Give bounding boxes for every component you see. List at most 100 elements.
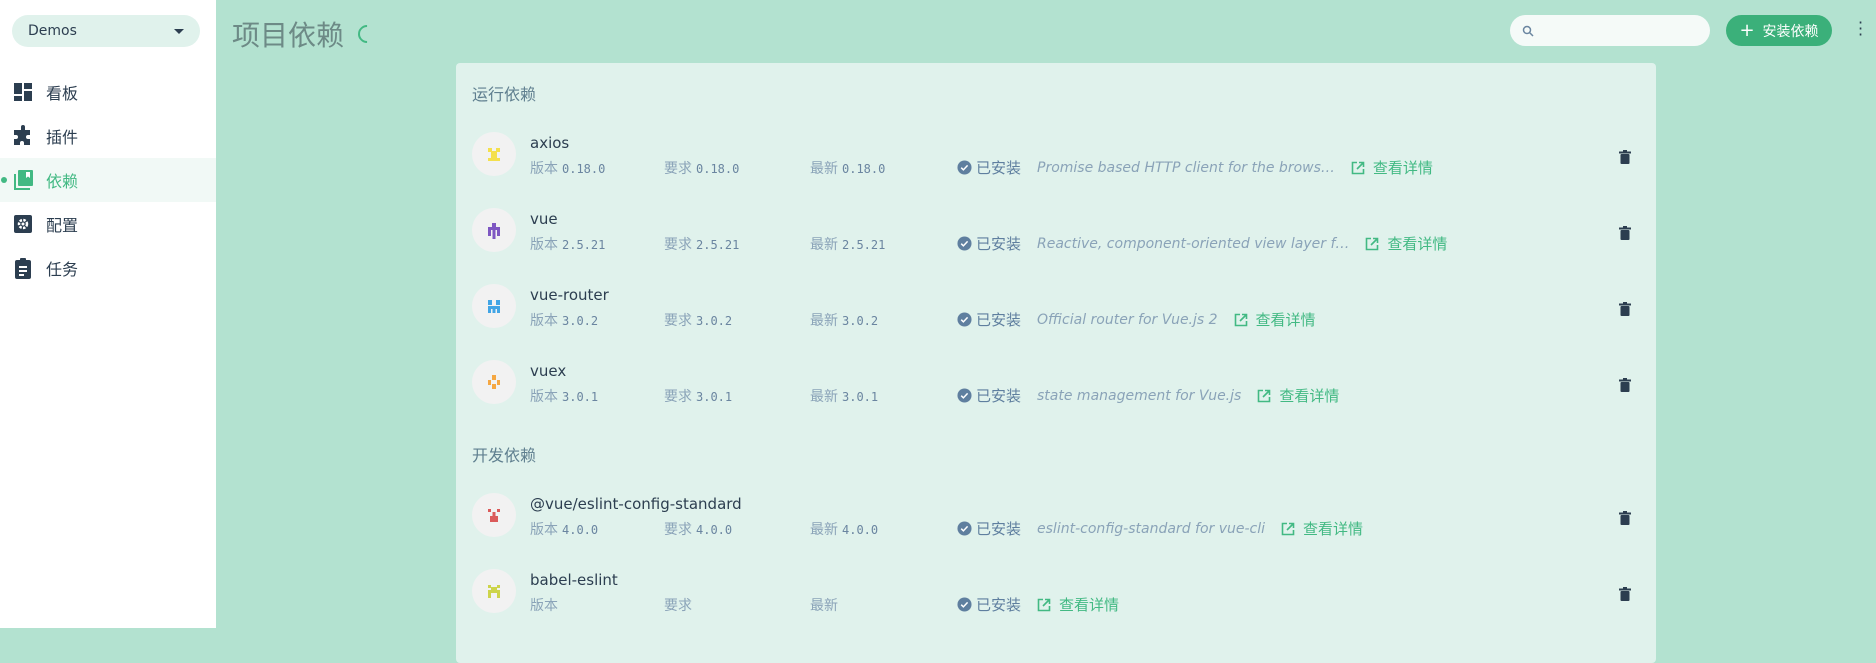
check-circle-icon — [957, 312, 972, 327]
latest-version: 最新 4.0.0 — [810, 519, 878, 539]
install-dependency-button[interactable]: + 安装依赖 — [1726, 15, 1832, 46]
version-label: 版本 — [530, 237, 558, 253]
latest-value: 3.0.1 — [842, 390, 879, 404]
required-version: 要求 3.0.2 — [664, 310, 732, 330]
required-version: 要求 2.5.21 — [664, 234, 739, 254]
delete-icon[interactable] — [1619, 511, 1631, 525]
package-avatar — [472, 360, 516, 404]
status: 已安装 state management for Vue.js 查看详情 — [957, 385, 1339, 406]
version-value: 0.18.0 — [562, 162, 606, 176]
sidebar-item-0[interactable]: 看板 — [0, 70, 216, 114]
package-icon — [488, 300, 500, 313]
delete-icon[interactable] — [1619, 226, 1631, 240]
open-in-new-icon — [1281, 522, 1295, 535]
package-name: vue-router — [530, 286, 609, 304]
dependency-row: vuex 版本 3.0.1 要求 3.0.1 最新 3.0.1 已安装 state ma… — [456, 348, 1656, 424]
view-details-label: 查看详情 — [1303, 520, 1364, 538]
search-input[interactable] — [1542, 23, 1702, 38]
dependency-row: axios 版本 0.18.0 要求 0.18.0 最新 0.18.0 已安装 Prom… — [456, 120, 1656, 196]
installed-status: 已安装 — [976, 596, 1022, 614]
chevron-down-icon — [174, 28, 184, 34]
required-version: 要求 0.18.0 — [664, 158, 739, 178]
sidebar: Demos 看板插件依赖配置任务 — [0, 0, 216, 628]
dashboard-icon — [14, 83, 32, 101]
dependency-description: Reactive, component-oriented view layer … — [1037, 235, 1350, 252]
latest-value: 4.0.0 — [842, 523, 879, 537]
sidebar-item-label: 看板 — [46, 84, 79, 103]
delete-icon[interactable] — [1619, 587, 1631, 601]
required-label: 要求 — [664, 161, 692, 177]
version-value: 4.0.0 — [562, 523, 599, 537]
version-label: 版本 — [530, 598, 558, 614]
view-details-label: 查看详情 — [1279, 387, 1340, 405]
required-version: 要求 — [664, 595, 696, 615]
latest-version: 最新 2.5.21 — [810, 234, 885, 254]
delete-icon[interactable] — [1619, 302, 1631, 316]
package-avatar — [472, 284, 516, 328]
view-details-link[interactable]: 查看详情 — [1037, 594, 1119, 615]
required-value: 3.0.1 — [696, 390, 733, 404]
view-details-link[interactable]: 查看详情 — [1365, 233, 1447, 254]
package-avatar — [472, 208, 516, 252]
delete-icon[interactable] — [1619, 378, 1631, 392]
required-version: 要求 4.0.0 — [664, 519, 732, 539]
project-selector[interactable]: Demos — [12, 15, 200, 47]
dependency-description: Promise based HTTP client for the brows… — [1037, 159, 1335, 176]
sidebar-item-label: 配置 — [46, 216, 79, 235]
installed-status: 已安装 — [976, 235, 1022, 253]
sidebar-item-2[interactable]: 依赖 — [0, 158, 216, 202]
view-details-link[interactable]: 查看详情 — [1257, 385, 1339, 406]
status: 已安装 eslint-config-standard for vue-cli 查看详… — [957, 518, 1363, 539]
required-label: 要求 — [664, 389, 692, 405]
version-value: 3.0.1 — [562, 390, 599, 404]
installed-status: 已安装 — [976, 311, 1022, 329]
library-books-icon — [14, 170, 33, 190]
view-details-link[interactable]: 查看详情 — [1234, 309, 1316, 330]
required-label: 要求 — [664, 522, 692, 538]
package-name: vue — [530, 210, 558, 228]
required-value: 2.5.21 — [696, 238, 740, 252]
installed-status: 已安装 — [976, 520, 1022, 538]
installed-version: 版本 3.0.2 — [530, 310, 598, 330]
check-circle-icon — [957, 236, 972, 251]
status: 已安装 Promise based HTTP client for the bro… — [957, 157, 1433, 178]
package-avatar — [472, 493, 516, 537]
package-name: vuex — [530, 362, 567, 380]
open-in-new-icon — [1234, 313, 1247, 326]
latest-label: 最新 — [810, 389, 838, 405]
status: 已安装 查看详情 — [957, 594, 1119, 615]
required-label: 要求 — [664, 237, 692, 253]
more-vertical-icon[interactable]: · · · — [1858, 15, 1863, 43]
check-circle-icon — [957, 597, 972, 612]
view-details-link[interactable]: 查看详情 — [1281, 518, 1363, 539]
sidebar-item-4[interactable]: 任务 — [0, 246, 216, 290]
installed-version: 版本 — [530, 595, 562, 615]
required-version: 要求 3.0.1 — [664, 386, 732, 406]
dependency-row: @vue/eslint-config-standard 版本 4.0.0 要求 4.… — [456, 481, 1656, 557]
page-title: 项目依赖 — [232, 14, 380, 54]
view-details-label: 查看详情 — [1372, 159, 1433, 177]
sidebar-item-3[interactable]: 配置 — [0, 202, 216, 246]
required-value: 0.18.0 — [696, 162, 740, 176]
loading-spinner-icon — [354, 21, 380, 47]
latest-label: 最新 — [810, 313, 838, 329]
version-label: 版本 — [530, 161, 558, 177]
package-avatar — [472, 132, 516, 176]
view-details-link[interactable]: 查看详情 — [1351, 157, 1433, 178]
active-indicator — [1, 177, 7, 183]
project-name: Demos — [28, 23, 77, 39]
search-box[interactable] — [1510, 15, 1710, 46]
installed-version: 版本 0.18.0 — [530, 158, 605, 178]
sidebar-item-label: 依赖 — [46, 172, 79, 191]
sidebar-item-1[interactable]: 插件 — [0, 114, 216, 158]
dependency-row: vue-router 版本 3.0.2 要求 3.0.2 最新 3.0.2 已安装 Of… — [456, 272, 1656, 348]
puzzle-icon — [14, 125, 30, 145]
latest-value: 0.18.0 — [842, 162, 886, 176]
delete-icon[interactable] — [1619, 150, 1631, 164]
package-name: axios — [530, 134, 570, 152]
open-in-new-icon — [1258, 389, 1271, 402]
required-value: 4.0.0 — [696, 523, 733, 537]
package-icon — [488, 509, 500, 522]
plus-icon: + — [1739, 20, 1755, 41]
latest-value: 3.0.2 — [842, 314, 879, 328]
